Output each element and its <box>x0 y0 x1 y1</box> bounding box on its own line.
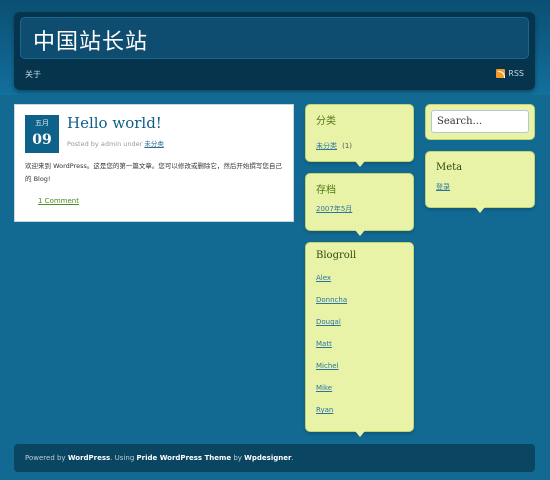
date-badge: 五月 09 <box>25 115 59 153</box>
rss-icon <box>496 69 506 78</box>
site-footer: Powered by WordPress. Using Pride WordPr… <box>14 444 535 472</box>
blogroll-link-matt[interactable]: Matt <box>316 340 332 348</box>
blogroll-link-mike[interactable]: Mike <box>316 384 332 392</box>
footer-designer-link[interactable]: Wpdesigner <box>244 454 291 462</box>
nav-item-about[interactable]: 关于 <box>25 69 41 80</box>
footer-using: . Using <box>110 454 135 462</box>
rss-link[interactable]: RSS <box>496 69 524 78</box>
footer-powered-by: Powered by <box>25 454 66 462</box>
archive-link[interactable]: 2007年5月 <box>316 204 352 214</box>
search-input[interactable] <box>431 110 529 133</box>
blogroll-link-dougal[interactable]: Dougal <box>316 318 341 326</box>
search-widget <box>425 104 535 140</box>
blogroll-widget: Blogroll Alex Donncha Dougal Matt Michel… <box>305 242 414 437</box>
footer-credits: Powered by WordPress. Using Pride WordPr… <box>25 454 294 462</box>
post: 五月 09 Hello world! Posted by admin under… <box>14 104 294 222</box>
login-link[interactable]: 登录 <box>436 182 450 192</box>
meta-widget: Meta 登录 <box>425 151 535 213</box>
category-link[interactable]: 未分类 <box>316 142 337 150</box>
category-count: (1) <box>342 142 353 150</box>
post-body: 欢迎来到 WordPress。这是您的第一篇文章。您可以修改或删除它，然后开始撰… <box>25 162 282 183</box>
blogroll-title: Blogroll <box>316 250 357 261</box>
footer-wordpress-link[interactable]: WordPress <box>68 454 110 462</box>
blogroll-link-alex[interactable]: Alex <box>316 274 331 282</box>
category-item: 未分类 (1) <box>316 133 352 152</box>
categories-title: 分类 <box>316 116 336 127</box>
footer-end: . <box>291 454 294 462</box>
post-category-link[interactable]: 未分类 <box>144 140 164 148</box>
categories-widget: 分类 未分类 (1) <box>305 104 414 167</box>
meta-title: Meta <box>436 162 463 173</box>
footer-by: by <box>233 454 242 462</box>
comments-link[interactable]: 1 Comment <box>38 197 79 205</box>
blogroll-link-michel[interactable]: Michel <box>316 362 339 370</box>
blogroll-link-donncha[interactable]: Donncha <box>316 296 347 304</box>
footer-theme-link[interactable]: Pride WordPress Theme <box>137 454 232 462</box>
date-day: 09 <box>32 132 52 148</box>
archives-widget: 存档 2007年5月 <box>305 173 414 236</box>
archives-title: 存档 <box>316 185 336 196</box>
rss-label: RSS <box>508 69 524 78</box>
post-meta-prefix: Posted by admin under <box>67 140 143 148</box>
title-box: 中国站长站 <box>20 17 529 59</box>
date-month: 五月 <box>35 119 49 127</box>
post-title[interactable]: Hello world! <box>67 114 162 132</box>
blogroll-link-ryan[interactable]: Ryan <box>316 406 333 414</box>
post-meta: Posted by admin under 未分类 <box>67 138 164 148</box>
site-header: 中国站长站 关于 RSS <box>14 12 535 90</box>
site-title[interactable]: 中国站长站 <box>33 24 148 56</box>
